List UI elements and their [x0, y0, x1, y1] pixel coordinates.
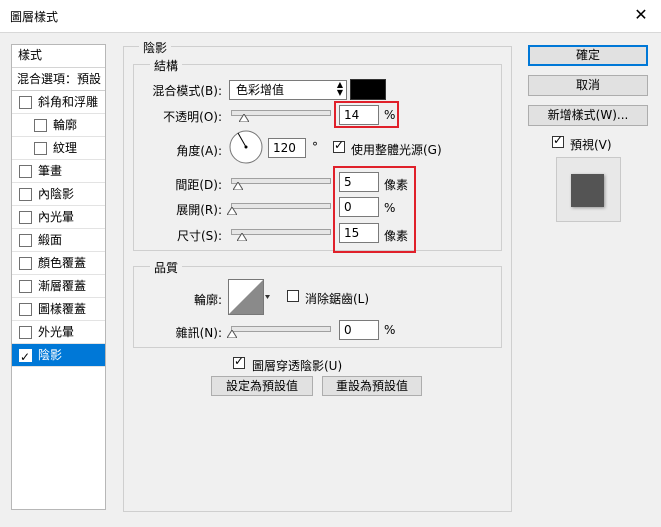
angle-label: 角度(A): — [176, 144, 222, 158]
structure-title: 結構 — [150, 57, 183, 74]
style-item-checkbox[interactable] — [19, 257, 32, 270]
size-input[interactable]: 15 — [339, 223, 379, 243]
noise-slider-thumb[interactable] — [227, 330, 237, 338]
noise-label: 雜訊(N): — [175, 326, 222, 340]
anti-alias-label: 消除鋸齒(L) — [305, 292, 370, 306]
style-item-label: 內陰影 — [38, 187, 75, 201]
angle-input[interactable]: 120 — [268, 138, 306, 158]
angle-dial[interactable] — [228, 129, 264, 165]
spinner-arrows-icon: ▲ ▼ — [336, 80, 343, 97]
style-item-label: 內光暈 — [38, 210, 75, 224]
style-item-checkbox[interactable] — [19, 326, 32, 339]
reset-default-button[interactable]: 重設為預設值 — [322, 376, 422, 396]
style-item-label: 輪廓 — [53, 118, 78, 132]
knockout-checkbox[interactable] — [233, 354, 245, 369]
styles-list: 樣式 混合選項：預設 斜角和浮雕輪廓紋理筆畫內陰影內光暈緞面顏色覆蓋漸層覆蓋圖樣… — [11, 44, 106, 510]
style-item[interactable]: 斜角和浮雕 — [12, 91, 105, 114]
style-item[interactable]: 顏色覆蓋 — [12, 252, 105, 275]
ok-button[interactable]: 確定 — [528, 45, 648, 66]
spread-unit: % — [384, 201, 396, 215]
spread-slider[interactable] — [231, 203, 331, 209]
opacity-input[interactable]: 14 — [339, 105, 379, 125]
noise-unit: % — [384, 323, 396, 337]
style-item[interactable]: 輪廓 — [12, 114, 105, 137]
style-item-checkbox[interactable]: ✓ — [19, 349, 32, 364]
style-item-label: 漸層覆蓋 — [38, 279, 87, 293]
style-item-label: 外光暈 — [38, 325, 75, 339]
preview-checkbox[interactable] — [552, 133, 564, 148]
blending-options-item[interactable]: 混合選項：預設 — [12, 68, 105, 91]
spread-label: 展開(R): — [176, 203, 222, 217]
blend-mode-label: 混合模式(B): — [152, 84, 222, 98]
style-item[interactable]: 內陰影 — [12, 183, 105, 206]
global-light-checkbox[interactable] — [333, 138, 345, 153]
angle-unit: ° — [312, 140, 318, 154]
opacity-unit: % — [384, 108, 396, 122]
opacity-label: 不透明(O): — [163, 110, 222, 124]
style-item-label: 顏色覆蓋 — [38, 256, 87, 270]
style-item-label: 紋理 — [53, 141, 78, 155]
style-item-checkbox[interactable] — [34, 119, 47, 132]
window-title: 圖層樣式 — [10, 10, 59, 24]
distance-input[interactable]: 5 — [339, 172, 379, 192]
size-slider-thumb[interactable] — [237, 233, 247, 241]
noise-slider[interactable] — [231, 326, 331, 332]
knockout-label: 圖層穿透陰影(U) — [252, 359, 343, 373]
style-item-checkbox[interactable] — [19, 188, 32, 201]
style-item-label: 陰影 — [38, 348, 63, 362]
style-item[interactable]: ✓ 陰影 — [12, 344, 105, 367]
blend-mode-select[interactable]: 色彩增值 ▲ ▼ — [229, 80, 347, 100]
anti-alias-checkbox[interactable] — [287, 290, 299, 302]
make-default-button[interactable]: 設定為預設值 — [211, 376, 313, 396]
style-item[interactable]: 緞面 — [12, 229, 105, 252]
title-bar: 圖層樣式 ✕ — [0, 0, 661, 32]
contour-picker[interactable] — [228, 279, 270, 315]
style-item-label: 圖樣覆蓋 — [38, 302, 87, 316]
distance-slider[interactable] — [231, 178, 331, 184]
style-item-checkbox[interactable] — [19, 303, 32, 316]
style-item[interactable]: 圖樣覆蓋 — [12, 298, 105, 321]
style-item-label: 斜角和浮雕 — [38, 95, 99, 109]
shadow-color-swatch[interactable] — [350, 79, 386, 100]
new-style-button[interactable]: 新增樣式(W)... — [528, 105, 648, 126]
spread-slider-thumb[interactable] — [227, 207, 237, 215]
distance-label: 間距(D): — [175, 178, 222, 192]
contour-label: 輪廓: — [193, 293, 222, 307]
close-icon[interactable]: ✕ — [632, 6, 650, 24]
style-item-label: 筆畫 — [38, 164, 63, 178]
blend-mode-value: 色彩增值 — [236, 83, 285, 97]
blending-options-label: 混合選項：預設 — [17, 72, 102, 86]
style-item-checkbox[interactable] — [19, 211, 32, 224]
style-item-checkbox[interactable] — [19, 165, 32, 178]
noise-input[interactable]: 0 — [339, 320, 379, 340]
preview-swatch — [571, 174, 604, 207]
preview-label: 預視(V) — [570, 138, 612, 152]
quality-title: 品質 — [150, 259, 183, 276]
opacity-slider-thumb[interactable] — [239, 114, 249, 122]
cancel-button[interactable]: 取消 — [528, 75, 648, 96]
style-item[interactable]: 內光暈 — [12, 206, 105, 229]
style-item[interactable]: 筆畫 — [12, 160, 105, 183]
style-item[interactable]: 外光暈 — [12, 321, 105, 344]
distance-unit: 像素 — [384, 178, 409, 192]
style-item[interactable]: 漸層覆蓋 — [12, 275, 105, 298]
style-item-checkbox[interactable] — [19, 280, 32, 293]
size-unit: 像素 — [384, 229, 409, 243]
style-item[interactable]: 紋理 — [12, 137, 105, 160]
drop-shadow-title: 陰影 — [139, 39, 172, 56]
checkmark-icon: ✓ — [20, 350, 31, 364]
style-item-checkbox[interactable] — [19, 96, 32, 109]
styles-header: 樣式 — [12, 45, 105, 68]
style-item-checkbox[interactable] — [19, 234, 32, 247]
style-preview — [556, 157, 621, 222]
style-item-label: 緞面 — [38, 233, 63, 247]
spread-input[interactable]: 0 — [339, 197, 379, 217]
global-light-label: 使用整體光源(G) — [351, 143, 442, 157]
distance-slider-thumb[interactable] — [233, 182, 243, 190]
size-label: 尺寸(S): — [176, 229, 222, 243]
style-item-checkbox[interactable] — [34, 142, 47, 155]
